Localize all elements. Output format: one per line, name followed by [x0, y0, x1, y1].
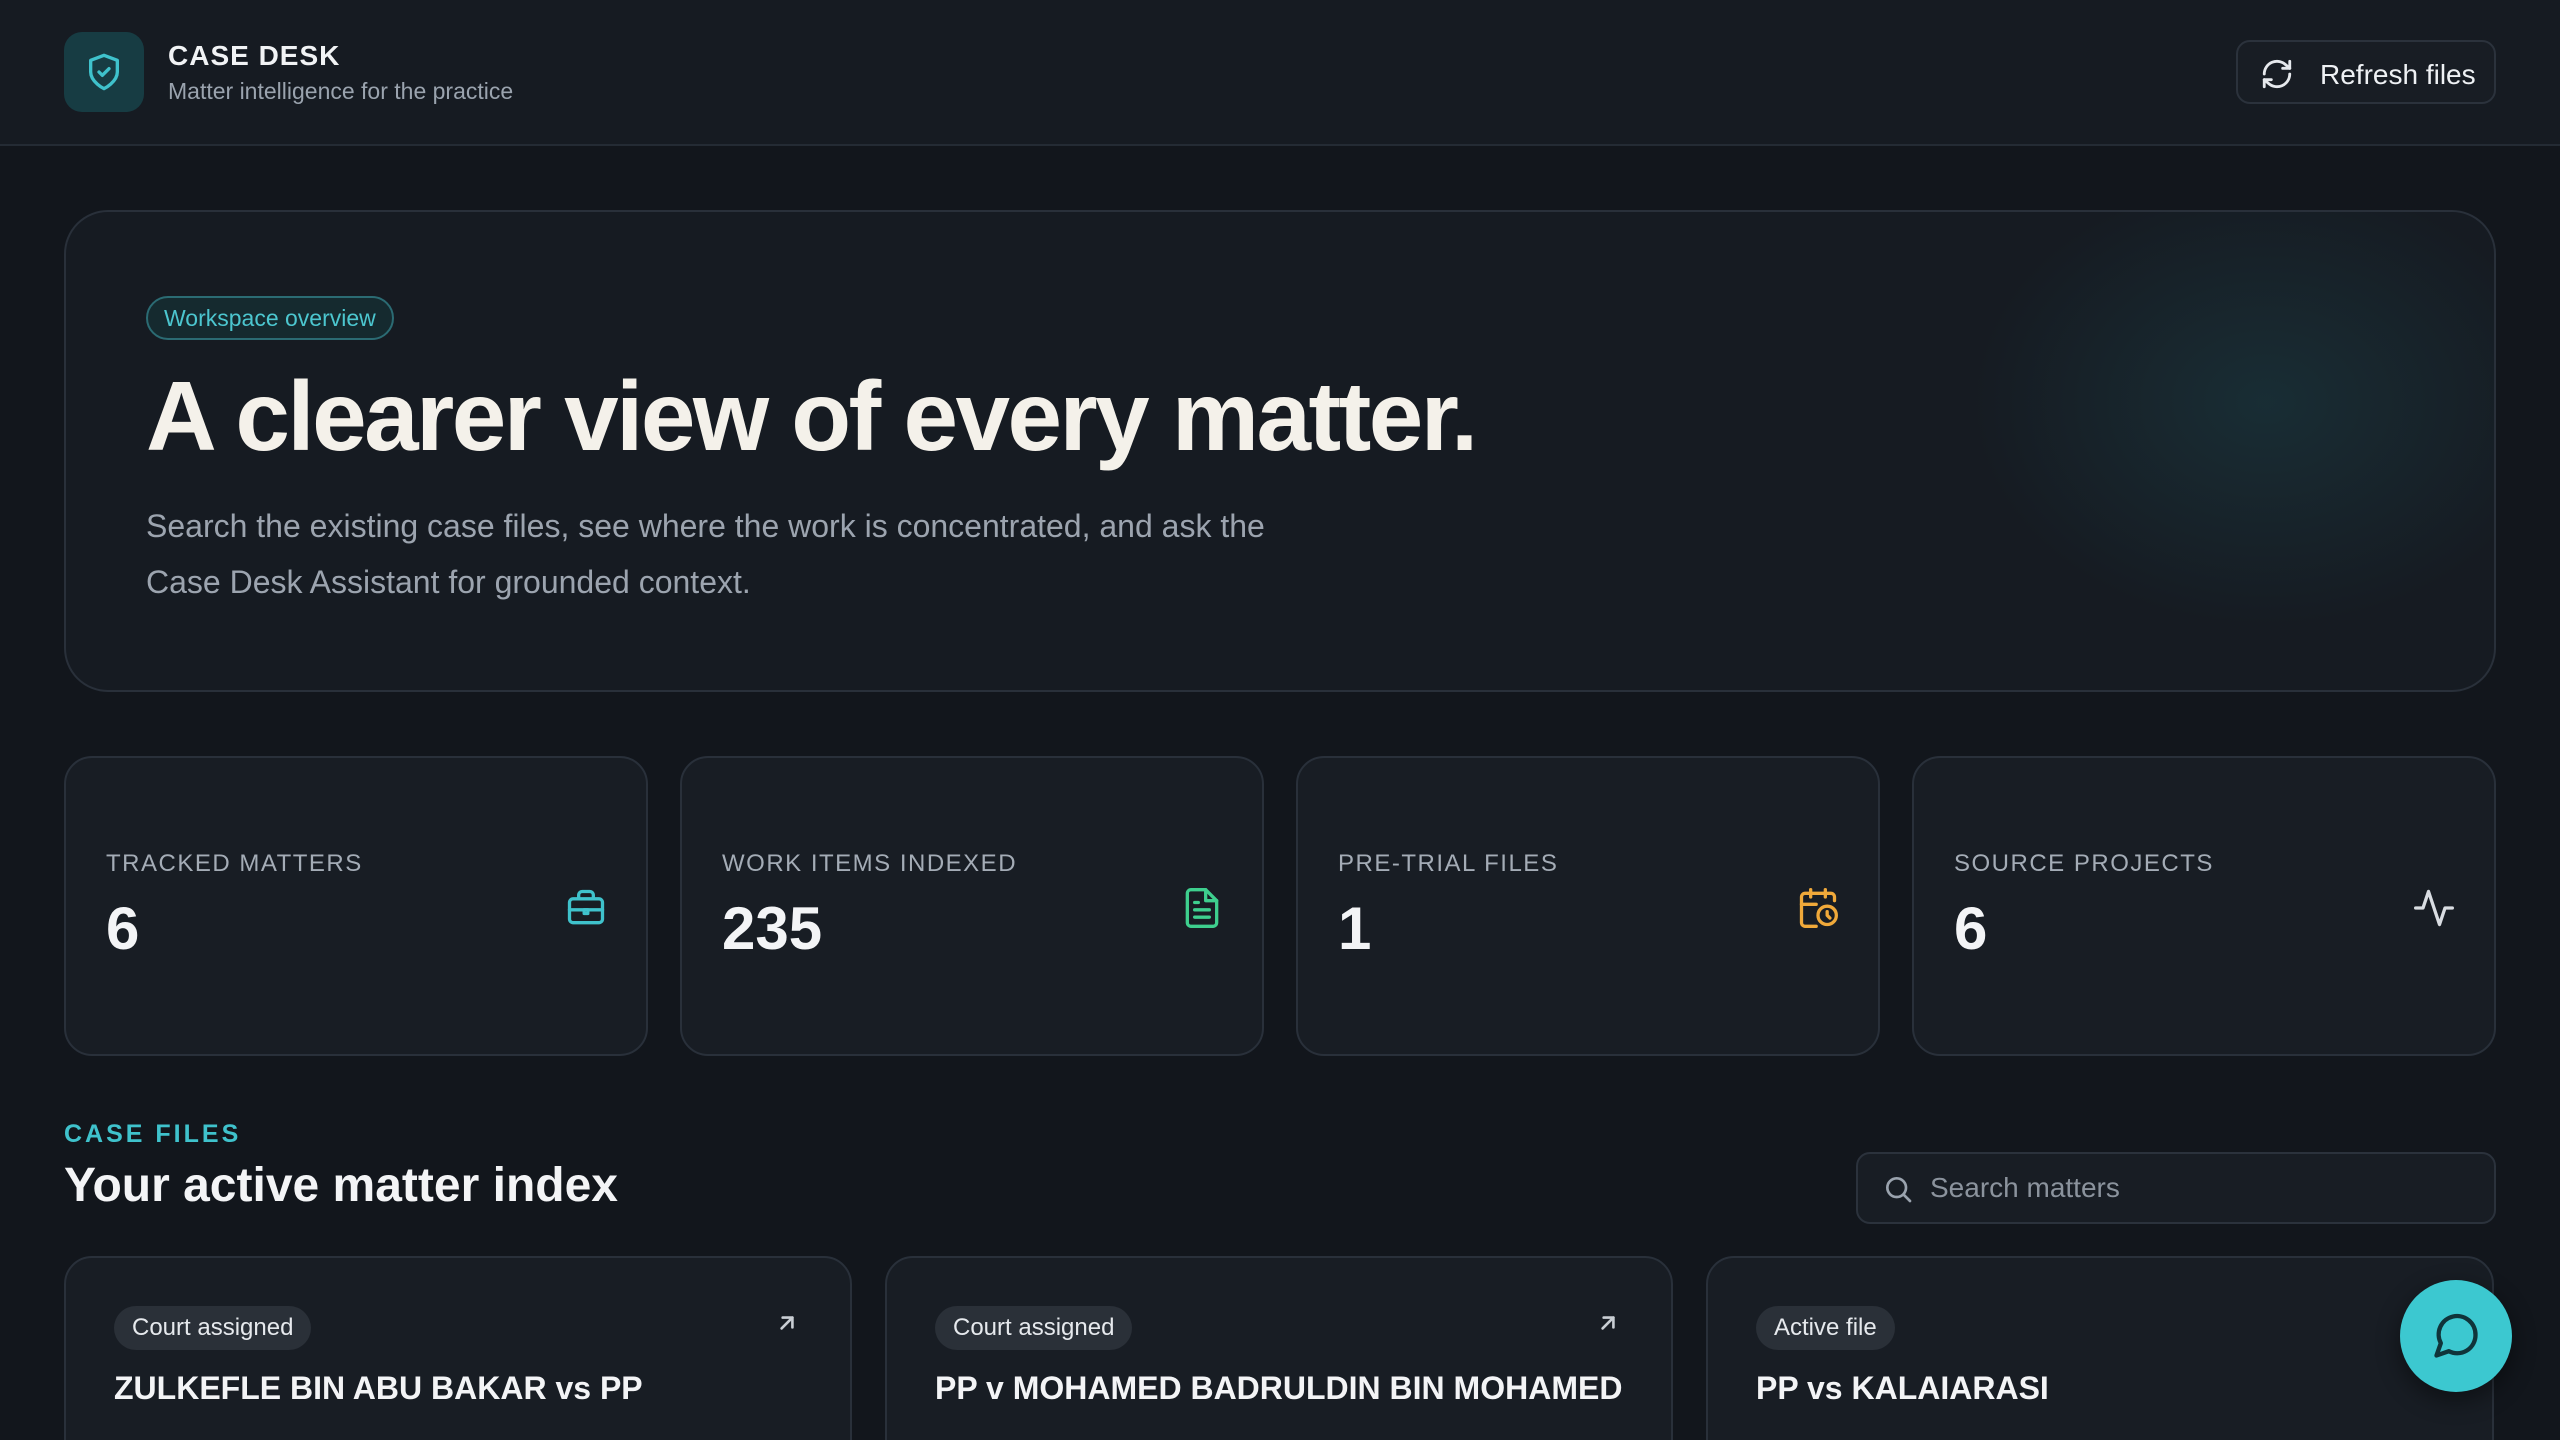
stat-card-pre-trial-files: PRE-TRIAL FILES 1 — [1296, 756, 1880, 1056]
matter-status-badge: Court assigned — [935, 1306, 1133, 1350]
matter-title: PP v MOHAMED BADRULDIN BIN MOHAMED — [935, 1370, 1623, 1406]
search-icon — [1886, 1177, 1912, 1203]
chat-bubble-icon — [2434, 1313, 2478, 1358]
stat-value: 6 — [106, 895, 140, 962]
matter-card[interactable]: Active file PP vs KALAIARASI — [1706, 1256, 2494, 1440]
refresh-icon — [2262, 59, 2292, 89]
stat-label: WORK ITEMS INDEXED — [722, 850, 1018, 877]
stat-value: 235 — [722, 895, 823, 962]
shield-check-icon — [89, 53, 120, 91]
matter-card[interactable]: Court assigned ZULKEFLE BIN ABU BAKAR vs… — [64, 1256, 852, 1440]
brand-title: CASE DESK — [168, 40, 341, 71]
activity-icon — [2414, 889, 2454, 927]
matter-status-badge: Active file — [1756, 1306, 1895, 1350]
brand-subtitle: Matter intelligence for the practice — [168, 78, 514, 104]
stat-label: TRACKED MATTERS — [106, 850, 363, 877]
stat-card-source-projects: SOURCE PROJECTS 6 — [1912, 756, 2496, 1056]
stat-card-tracked-matters: TRACKED MATTERS 6 — [64, 756, 648, 1056]
refresh-files-button[interactable]: Refresh files — [2236, 40, 2496, 104]
brand-logo — [64, 32, 144, 112]
case-files-eyebrow: CASE FILES — [64, 1120, 242, 1148]
workspace-overview-hero: Workspace overview A clearer view of eve… — [64, 210, 2496, 692]
hero-description: Search the existing case files, see wher… — [146, 508, 1265, 600]
matter-title: ZULKEFLE BIN ABU BAKAR vs PP — [114, 1370, 643, 1406]
stat-label: PRE-TRIAL FILES — [1338, 850, 1559, 877]
case-files-title: Your active matter index — [64, 1159, 618, 1212]
refresh-files-label: Refresh files — [2320, 59, 2476, 90]
search-matters-input[interactable] — [1930, 1164, 2470, 1212]
stat-card-work-items-indexed: WORK ITEMS INDEXED 235 — [680, 756, 1264, 1056]
matter-status-badge: Court assigned — [114, 1306, 312, 1350]
stat-value: 1 — [1338, 895, 1372, 962]
briefcase-icon — [567, 889, 605, 925]
stat-label: SOURCE PROJECTS — [1954, 850, 2214, 877]
hero-badge: Workspace overview — [146, 296, 394, 340]
matter-title: PP vs KALAIARASI — [1756, 1370, 2049, 1406]
search-matters-box — [1856, 1152, 2496, 1224]
document-icon — [1185, 888, 1219, 928]
hero-title: A clearer view of every matter. — [146, 361, 1478, 471]
stat-value: 6 — [1954, 895, 1988, 962]
arrow-up-right-icon[interactable] — [774, 1310, 800, 1336]
matter-card[interactable]: Court assigned PP v MOHAMED BADRULDIN BI… — [885, 1256, 1673, 1440]
assistant-chat-button[interactable] — [2400, 1280, 2512, 1392]
calendar-clock-icon — [1799, 888, 1838, 928]
arrow-up-right-icon[interactable] — [1595, 1310, 1621, 1336]
top-bar: CASE DESK Matter intelligence for the pr… — [0, 0, 2560, 146]
